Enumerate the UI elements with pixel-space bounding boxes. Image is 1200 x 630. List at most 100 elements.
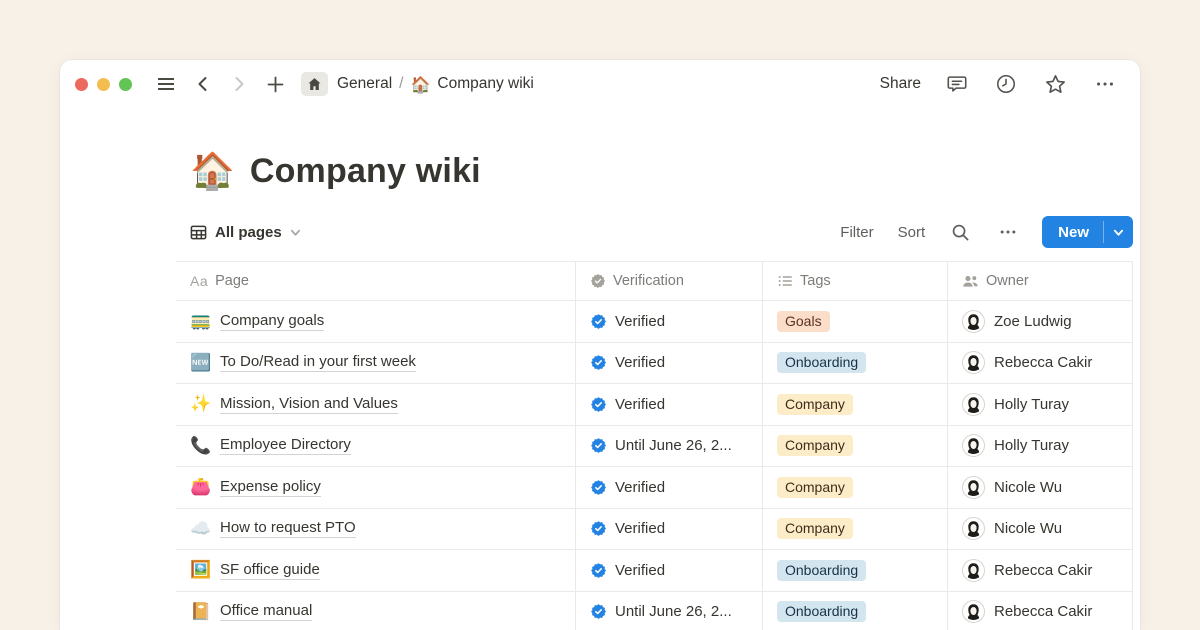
menu-icon[interactable]	[154, 72, 178, 96]
page-icon-emoji: 📞	[190, 436, 211, 456]
owner-cell[interactable]: Holly Turay	[948, 426, 1133, 467]
page-link[interactable]: Office manual	[220, 602, 312, 621]
tags-cell[interactable]: Company	[763, 467, 948, 508]
updates-clock-icon[interactable]	[993, 71, 1019, 97]
owner-avatar	[962, 434, 985, 457]
notion-window: General / 🏠 Company wiki Share 🏠 Company…	[60, 60, 1140, 630]
window-topbar: General / 🏠 Company wiki Share	[60, 60, 1140, 108]
comments-icon[interactable]	[944, 71, 970, 97]
tags-cell[interactable]: Company	[763, 426, 948, 467]
tags-cell[interactable]: Goals	[763, 301, 948, 342]
tags-cell[interactable]: Onboarding	[763, 343, 948, 384]
plus-icon[interactable]	[264, 73, 287, 96]
owner-cell[interactable]: Rebecca Cakir	[948, 550, 1133, 591]
verification-badge-icon	[590, 273, 606, 289]
page-title[interactable]: Company wiki	[250, 152, 481, 191]
verification-cell[interactable]: Verified	[576, 301, 763, 342]
page-cell[interactable]: ☁️ How to request PTO	[176, 509, 576, 550]
page-link[interactable]: Mission, Vision and Values	[220, 395, 398, 414]
owner-avatar	[962, 559, 985, 582]
tags-cell[interactable]: Onboarding	[763, 592, 948, 630]
tag-pill: Company	[777, 518, 853, 539]
back-icon[interactable]	[192, 73, 214, 95]
verification-label: Verified	[615, 313, 665, 330]
page-link[interactable]: SF office guide	[220, 561, 320, 580]
favorite-star-icon[interactable]	[1042, 71, 1069, 98]
new-dropdown-chevron-icon[interactable]	[1104, 216, 1133, 248]
verified-badge-icon	[590, 354, 607, 371]
table-row: ✨ Mission, Vision and Values Verified Co…	[176, 384, 1133, 426]
column-header-tags[interactable]: Tags	[763, 262, 948, 300]
view-options-ellipsis-icon[interactable]	[996, 220, 1020, 244]
more-ellipsis-icon[interactable]	[1092, 71, 1118, 97]
page-link[interactable]: To Do/Read in your first week	[220, 353, 416, 372]
column-label: Page	[215, 273, 249, 289]
verification-cell[interactable]: Verified	[576, 550, 763, 591]
page-header: 🏠 Company wiki	[190, 152, 1140, 191]
owner-cell[interactable]: Nicole Wu	[948, 467, 1133, 508]
verification-cell[interactable]: Verified	[576, 384, 763, 425]
page-cell[interactable]: 📔 Office manual	[176, 592, 576, 630]
sort-button[interactable]: Sort	[898, 224, 926, 241]
tags-cell[interactable]: Company	[763, 509, 948, 550]
zoom-window-button[interactable]	[119, 78, 132, 91]
column-label: Tags	[800, 273, 831, 289]
page-cell[interactable]: ✨ Mission, Vision and Values	[176, 384, 576, 425]
column-header-verification[interactable]: Verification	[576, 262, 763, 300]
page-link[interactable]: Expense policy	[220, 478, 321, 497]
new-button-group: New	[1042, 216, 1133, 248]
verification-cell[interactable]: Until June 26, 2...	[576, 426, 763, 467]
verification-cell[interactable]: Until June 26, 2...	[576, 592, 763, 630]
topbar-actions: Share	[880, 71, 1118, 98]
table-header-row: Aa Page Verification Tags	[176, 262, 1133, 301]
verification-cell[interactable]: Verified	[576, 343, 763, 384]
page-cell[interactable]: 👛 Expense policy	[176, 467, 576, 508]
page-cell[interactable]: 🖼️ SF office guide	[176, 550, 576, 591]
table-row: 📔 Office manual Until June 26, 2... Onbo…	[176, 592, 1133, 630]
owner-name: Nicole Wu	[994, 479, 1062, 496]
tags-cell[interactable]: Onboarding	[763, 550, 948, 591]
verified-badge-icon	[590, 562, 607, 579]
verified-badge-icon	[590, 437, 607, 454]
search-icon[interactable]	[949, 221, 972, 244]
owner-cell[interactable]: Holly Turay	[948, 384, 1133, 425]
owner-cell[interactable]: Nicole Wu	[948, 509, 1133, 550]
page-icon-emoji: 🆕	[190, 353, 211, 373]
page-link[interactable]: Company goals	[220, 312, 324, 331]
breadcrumb-separator: /	[399, 75, 403, 93]
breadcrumb-root[interactable]: General	[337, 75, 392, 93]
minimize-window-button[interactable]	[97, 78, 110, 91]
page-icon-emoji: 👛	[190, 477, 211, 497]
share-button[interactable]: Share	[880, 75, 921, 93]
page-link[interactable]: How to request PTO	[220, 519, 356, 538]
verification-label: Verified	[615, 479, 665, 496]
page-cell[interactable]: 🚃 Company goals	[176, 301, 576, 342]
breadcrumb-page[interactable]: Company wiki	[437, 75, 533, 93]
tag-pill: Goals	[777, 311, 830, 332]
table-view-icon	[190, 224, 207, 241]
verification-cell[interactable]: Verified	[576, 509, 763, 550]
table-row: 🚃 Company goals Verified Goals Zoe Ludwi…	[176, 301, 1133, 343]
owner-cell[interactable]: Rebecca Cakir	[948, 343, 1133, 384]
verification-cell[interactable]: Verified	[576, 467, 763, 508]
owner-name: Rebecca Cakir	[994, 562, 1092, 579]
verified-badge-icon	[590, 520, 607, 537]
tags-cell[interactable]: Company	[763, 384, 948, 425]
column-header-page[interactable]: Aa Page	[176, 262, 576, 300]
owner-name: Rebecca Cakir	[994, 354, 1092, 371]
page-emoji[interactable]: 🏠	[190, 154, 235, 190]
view-switcher[interactable]: All pages	[190, 224, 301, 241]
filter-button[interactable]: Filter	[840, 224, 873, 241]
column-header-owner[interactable]: Owner	[948, 262, 1133, 300]
page-cell[interactable]: 📞 Employee Directory	[176, 426, 576, 467]
new-button[interactable]: New	[1042, 216, 1103, 248]
owner-avatar	[962, 600, 985, 623]
page-link[interactable]: Employee Directory	[220, 436, 351, 455]
page-cell[interactable]: 🆕 To Do/Read in your first week	[176, 343, 576, 384]
owner-cell[interactable]: Rebecca Cakir	[948, 592, 1133, 630]
owner-cell[interactable]: Zoe Ludwig	[948, 301, 1133, 342]
forward-icon[interactable]	[228, 73, 250, 95]
owner-avatar	[962, 476, 985, 499]
close-window-button[interactable]	[75, 78, 88, 91]
home-icon[interactable]	[301, 72, 328, 96]
